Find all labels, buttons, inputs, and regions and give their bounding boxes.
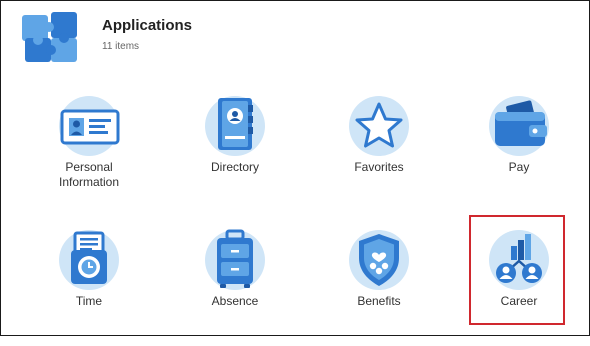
app-label-directory: Directory [210, 160, 259, 174]
star-icon [347, 94, 411, 158]
app-label-benefits: Benefits [357, 294, 401, 308]
app-tile-directory[interactable]: Directory [176, 94, 294, 212]
app-label-favorites: Favorites [354, 160, 404, 174]
time-clock-icon [57, 228, 121, 292]
luggage-icon [203, 228, 267, 292]
app-label-time: Time [75, 294, 103, 308]
applications-count: 11 items [102, 41, 140, 52]
app-tile-personal-information[interactable]: Personal Information [30, 94, 148, 212]
address-book-icon [203, 94, 267, 158]
app-tile-benefits[interactable]: Benefits [320, 228, 438, 346]
app-label-absence: Absence [211, 294, 259, 308]
applications-title: Applications [102, 17, 193, 34]
puzzle-pieces-icon [20, 5, 80, 65]
app-label-personal-information: Personal Information [58, 160, 120, 189]
app-tile-absence[interactable]: Absence [176, 228, 294, 346]
wallet-icon [487, 94, 551, 158]
shield-icon [347, 228, 411, 292]
id-card-icon [57, 94, 121, 158]
app-label-pay: Pay [508, 160, 530, 174]
app-tile-time[interactable]: Time [30, 228, 148, 346]
app-tile-pay[interactable]: Pay [460, 94, 578, 212]
app-tile-favorites[interactable]: Favorites [320, 94, 438, 212]
career-highlight-box [469, 215, 565, 325]
